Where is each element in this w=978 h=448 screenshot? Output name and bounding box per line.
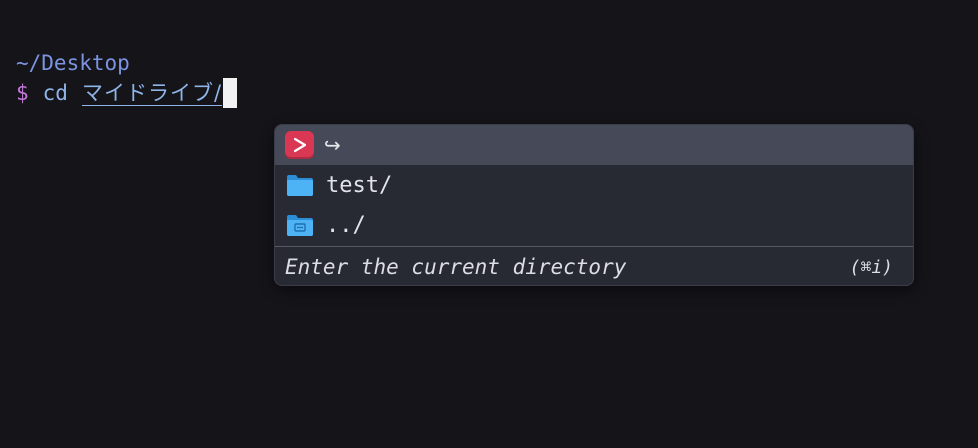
suggestion-label: test/	[326, 172, 393, 198]
shortcut-hint: (⌘i)	[849, 256, 893, 278]
return-icon: ↪	[324, 133, 341, 157]
prompt-symbol: $	[16, 81, 29, 105]
current-directory: ~/Desktop	[16, 51, 130, 75]
folder-icon	[287, 175, 313, 196]
autocomplete-popup: ↪ test/ ../ Enter the current directory …	[274, 124, 914, 286]
description-text: Enter the current directory	[285, 255, 627, 279]
suggestion-item-parent[interactable]: ../	[275, 205, 913, 245]
suggestion-label: ../	[326, 212, 366, 238]
command-text: cd	[42, 81, 68, 105]
parent-folder-icon	[287, 215, 313, 236]
autocomplete-header[interactable]: ↪	[275, 125, 913, 165]
prompt-line[interactable]: $ cd マイドライブ/	[16, 78, 238, 108]
suggestion-item-test[interactable]: test/	[275, 165, 913, 205]
suggestion-description: Enter the current directory (⌘i)	[275, 247, 913, 285]
text-cursor	[223, 78, 238, 108]
command-argument: マイドライブ/	[81, 80, 223, 106]
fig-prompt-icon	[285, 131, 314, 159]
